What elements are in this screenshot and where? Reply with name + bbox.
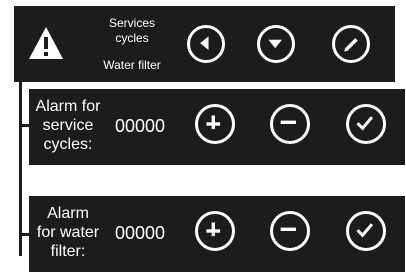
filter-decrement-button[interactable]: [270, 211, 310, 251]
edit-button[interactable]: [332, 25, 370, 63]
plus-icon: [206, 115, 221, 130]
check-icon: [356, 116, 374, 131]
service-decrement-button[interactable]: [270, 104, 310, 144]
filter-alarm-label-line3: filter:: [50, 243, 86, 260]
back-arrow-icon: [200, 36, 209, 50]
filter-confirm-button[interactable]: [346, 211, 386, 251]
plus-icon: [206, 222, 221, 237]
filter-alarm-label-line2: for water: [36, 224, 100, 241]
cycles-label: cycles: [115, 31, 149, 45]
service-alarm-label-line3: cycles:: [43, 136, 93, 153]
edit-pencil-icon: [344, 38, 358, 52]
dropdown-arrow-icon: [268, 39, 282, 49]
minus-icon: [280, 227, 296, 231]
service-alarm-value[interactable]: 00000: [115, 116, 165, 137]
warning-icon: [29, 27, 63, 59]
connector-vertical: [19, 82, 22, 256]
service-confirm-button[interactable]: [346, 104, 386, 144]
minus-icon: [280, 120, 296, 124]
service-cycles-alarm-row: Alarm for service cycles: 00000: [29, 89, 405, 165]
water-filter-label: Water filter: [103, 58, 161, 72]
filter-alarm-label-line1: Alarm: [47, 205, 89, 222]
filter-increment-button[interactable]: [195, 211, 235, 251]
filter-alarm-value[interactable]: 00000: [115, 223, 165, 244]
back-button[interactable]: [187, 25, 225, 63]
service-alarm-label-line1: Alarm for: [35, 98, 101, 115]
services-label: Services: [108, 16, 155, 30]
service-alarm-label-line2: service: [42, 117, 94, 134]
water-filter-alarm-row: Alarm for water filter: 00000: [29, 196, 405, 272]
service-increment-button[interactable]: [195, 104, 235, 144]
check-icon: [356, 223, 374, 238]
dropdown-button[interactable]: [257, 25, 295, 63]
header-panel: Services cycles Water filter: [14, 6, 395, 82]
